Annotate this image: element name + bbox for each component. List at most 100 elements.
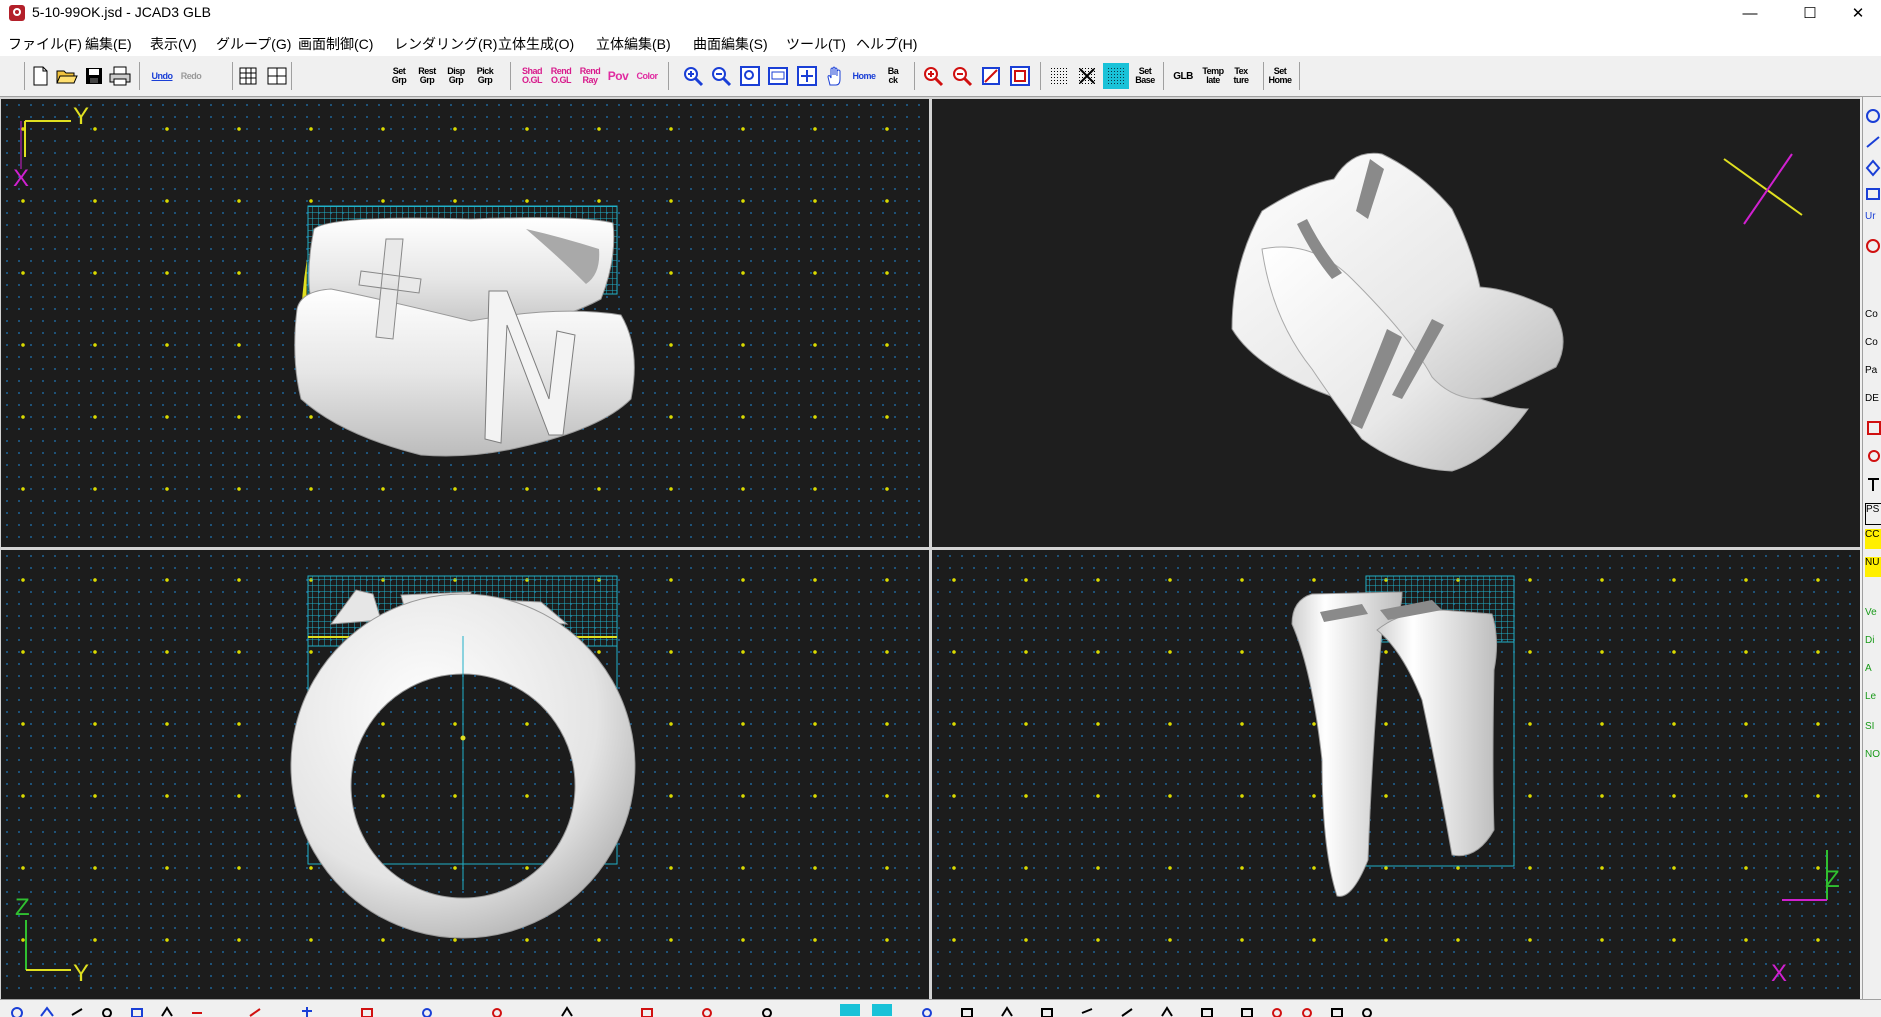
bottom-tool-icon[interactable] (560, 1004, 574, 1017)
menu-screen-control[interactable]: 画面制御(C) (298, 34, 373, 54)
tool-icon-8[interactable] (1865, 447, 1881, 467)
set-home-button[interactable]: Set Home (1267, 63, 1293, 89)
pan-hand-icon[interactable] (822, 63, 848, 89)
bottom-tool-icon[interactable] (760, 1004, 774, 1017)
tool-icon-7[interactable] (1865, 419, 1881, 439)
zoom-red-out-icon[interactable] (949, 63, 975, 89)
render-ogl-button[interactable]: Rend O.GL (548, 63, 574, 89)
viewport-perspective[interactable] (932, 99, 1860, 547)
menu-edit[interactable]: 編集(E) (85, 34, 132, 54)
group-list-icon[interactable] (235, 63, 261, 89)
tool-pa[interactable]: Pa (1865, 365, 1881, 385)
zoom-fit-icon[interactable] (765, 63, 791, 89)
bottom-tool-icon[interactable] (248, 1004, 262, 1017)
bottom-tool-icon[interactable] (490, 1004, 504, 1017)
back-view-button[interactable]: Ba ck (880, 63, 906, 89)
bottom-tool-icon[interactable] (70, 1004, 84, 1016)
save-icon[interactable] (81, 63, 107, 89)
menu-file[interactable]: ファイル(F) (8, 34, 82, 54)
maximize-button[interactable]: ☐ (1787, 0, 1833, 28)
menu-tools[interactable]: ツール(T) (786, 34, 846, 54)
tool-icon-4[interactable] (1865, 185, 1881, 205)
render-ray-button[interactable]: Rend Ray (577, 63, 603, 89)
new-file-icon[interactable] (27, 63, 53, 89)
tool-cc[interactable]: CC (1865, 529, 1881, 549)
tool-icon-9[interactable] (1865, 475, 1881, 495)
bottom-tool-icon[interactable] (1330, 1004, 1344, 1017)
tool-co-1[interactable]: Co (1865, 309, 1881, 329)
tool-de[interactable]: DE (1865, 393, 1881, 413)
set-base-button[interactable]: Set Base (1132, 63, 1158, 89)
zoom-out-icon[interactable] (708, 63, 734, 89)
undo-button[interactable]: Undo (149, 63, 175, 89)
tool-ps[interactable]: PS (1865, 503, 1881, 525)
zoom-all-icon[interactable] (794, 63, 820, 89)
bottom-tool-icon[interactable] (1080, 1004, 1094, 1016)
bottom-tool-icon[interactable] (190, 1004, 204, 1016)
display-group-button[interactable]: Disp Grp (443, 63, 469, 89)
bottom-tool-icon[interactable] (840, 1004, 860, 1016)
viewport-side[interactable]: Z X (932, 550, 1860, 999)
zoom-window-icon[interactable] (737, 63, 763, 89)
bottom-tool-icon[interactable] (100, 1004, 114, 1017)
menu-rendering[interactable]: レンダリング(R) (394, 34, 497, 54)
pov-button[interactable]: Pov (605, 63, 631, 89)
bottom-tool-icon[interactable] (1120, 1004, 1134, 1017)
bottom-tool-icon[interactable] (360, 1004, 374, 1017)
menu-help[interactable]: ヘルプ(H) (856, 34, 917, 54)
bottom-tool-icon[interactable] (960, 1004, 974, 1017)
print-icon[interactable] (107, 63, 133, 89)
glb-button[interactable]: GLB (1170, 63, 1196, 89)
tool-ve[interactable]: Ve (1865, 607, 1881, 627)
open-folder-icon[interactable] (54, 63, 80, 89)
tool-le[interactable]: Le (1865, 691, 1881, 711)
menu-solid-edit[interactable]: 立体編集(B) (596, 34, 671, 54)
grid-dots-icon[interactable] (1046, 63, 1072, 89)
bottom-tool-icon[interactable] (1360, 1004, 1374, 1017)
bottom-tool-icon[interactable] (920, 1004, 934, 1017)
texture-button[interactable]: Tex ture (1228, 63, 1254, 89)
close-button[interactable]: ✕ (1835, 0, 1881, 28)
shade-ogl-button[interactable]: Shad O.GL (519, 63, 545, 89)
bottom-tool-icon[interactable] (640, 1004, 654, 1017)
bottom-tool-icon[interactable] (300, 1004, 314, 1017)
bottom-tool-icon[interactable] (1300, 1004, 1314, 1017)
tool-icon-1[interactable] (1865, 107, 1881, 127)
reset-group-button[interactable]: Rest Grp (414, 63, 440, 89)
menu-solid-create[interactable]: 立体生成(O) (498, 34, 574, 54)
color-button[interactable]: Color (634, 63, 660, 89)
template-button[interactable]: Temp late (1200, 63, 1226, 89)
home-view-button[interactable]: Home (851, 63, 877, 89)
menu-surface-edit[interactable]: 曲面編集(S) (693, 34, 768, 54)
minimize-button[interactable]: — (1727, 0, 1773, 28)
set-group-button[interactable]: Set Grp (386, 63, 412, 89)
tool-nu[interactable]: NU (1865, 557, 1881, 577)
tool-icon-3[interactable] (1865, 159, 1881, 179)
bottom-tool-icon[interactable] (1200, 1004, 1214, 1017)
menu-group[interactable]: グループ(G) (216, 34, 291, 54)
tool-no[interactable]: NO (1865, 749, 1881, 769)
layer-grid-icon[interactable] (264, 63, 290, 89)
zoom-red-in-icon[interactable] (920, 63, 946, 89)
view-frame-icon[interactable] (1007, 63, 1033, 89)
bottom-tool-icon[interactable] (420, 1004, 434, 1017)
redo-button[interactable]: Redo (178, 63, 204, 89)
bottom-tool-icon[interactable] (1000, 1004, 1014, 1017)
tool-icon-2[interactable] (1865, 133, 1881, 153)
tool-di[interactable]: Di (1865, 635, 1881, 655)
menu-view[interactable]: 表示(V) (150, 34, 197, 54)
tool-icon-5[interactable]: Ur (1865, 211, 1881, 231)
view-rotate-icon[interactable] (978, 63, 1004, 89)
grid-toggle-icon[interactable] (1103, 63, 1129, 89)
bottom-tool-icon[interactable] (10, 1004, 24, 1017)
bottom-tool-icon[interactable] (1240, 1004, 1254, 1017)
bottom-tool-icon[interactable] (40, 1004, 54, 1017)
tool-icon-6[interactable] (1865, 237, 1881, 257)
bottom-tool-icon[interactable] (1160, 1004, 1174, 1017)
bottom-tool-icon[interactable] (1270, 1004, 1284, 1017)
tool-a[interactable]: A (1865, 663, 1881, 683)
bottom-tool-icon[interactable] (130, 1004, 144, 1017)
grid-snap-icon[interactable] (1074, 63, 1100, 89)
bottom-tool-icon[interactable] (872, 1004, 892, 1016)
pick-group-button[interactable]: Pick Grp (472, 63, 498, 89)
